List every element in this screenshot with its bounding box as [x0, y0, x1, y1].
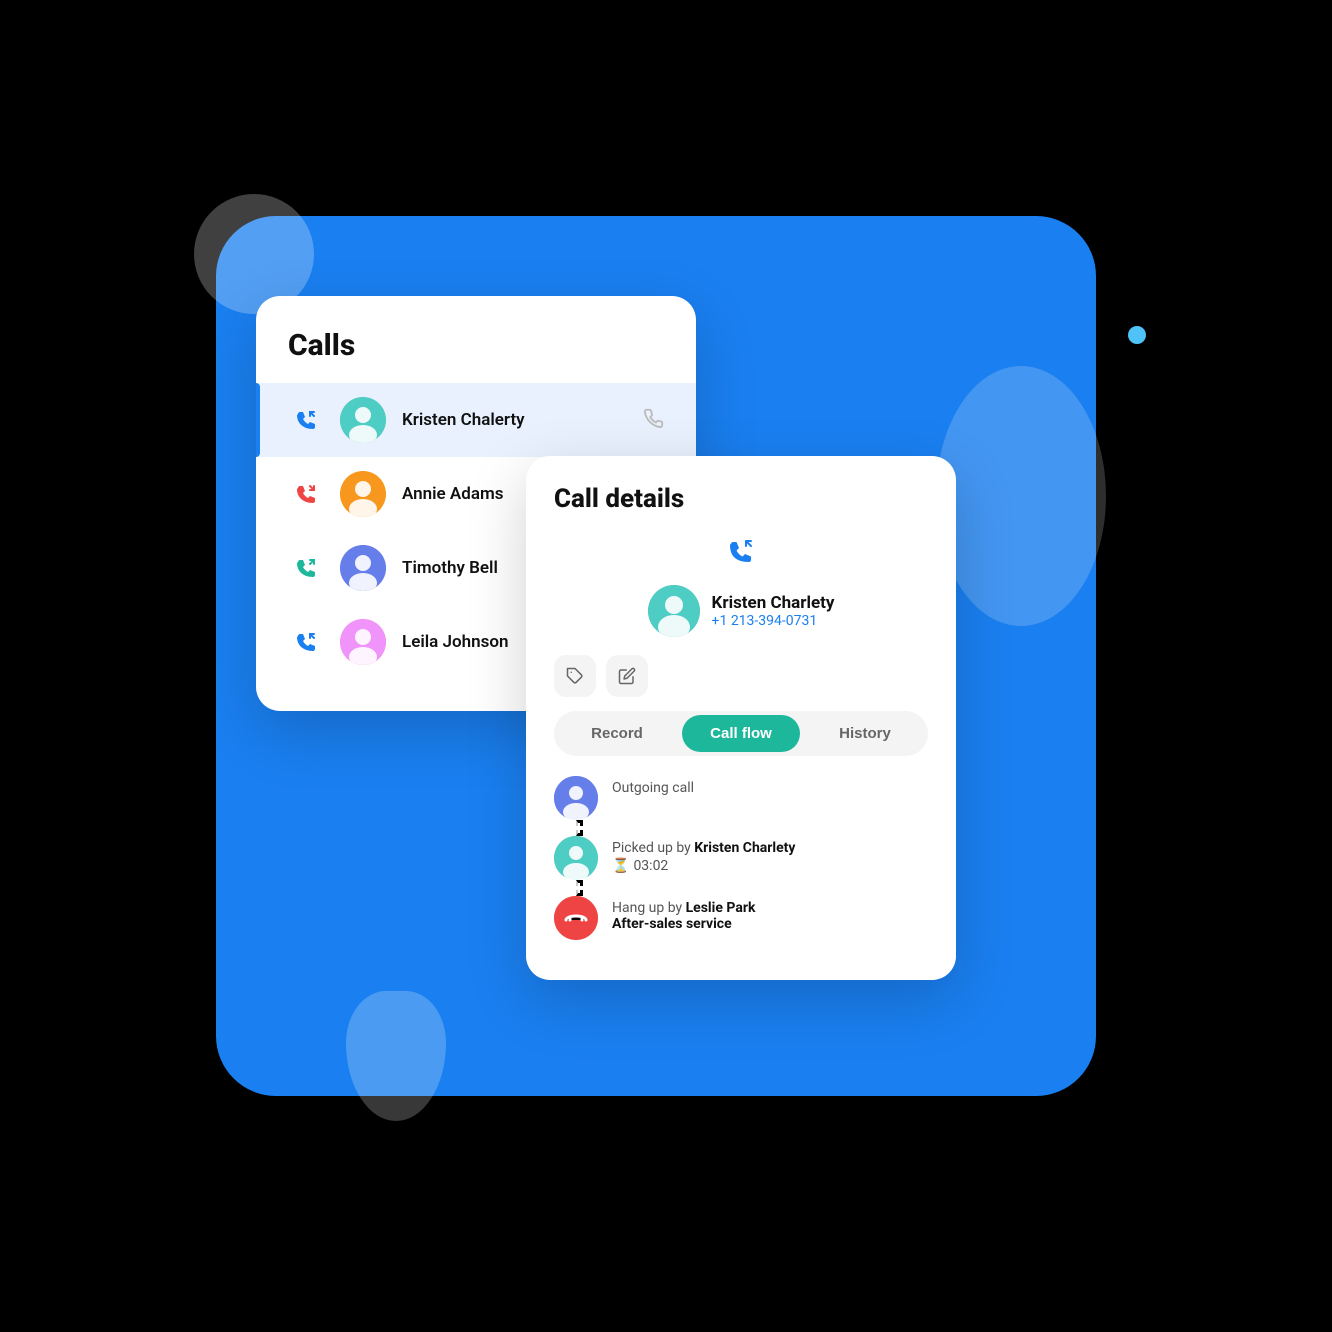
timeline-avatar-picked: [554, 836, 598, 880]
action-buttons: [554, 655, 928, 697]
contact-phone: +1 213-394-0731: [712, 613, 835, 629]
timeline-content-picked: Picked up by Kristen Charlety ⏳ 03:02: [612, 836, 795, 874]
call-type-missed-icon: [288, 476, 324, 512]
avatar-contact-large: [648, 585, 700, 637]
scene: Calls Kristen Chalerty: [166, 166, 1166, 1166]
hourglass-icon: ⏳: [612, 858, 629, 874]
timeline-content-hangup: Hang up by Leslie Park After-sales servi…: [612, 896, 755, 932]
timeline-avatar-outgoing: [554, 776, 598, 820]
contact-row: Kristen Charlety +1 213-394-0731: [648, 585, 835, 637]
timeline-content-outgoing: Outgoing call: [612, 776, 694, 796]
details-card: Call details Kristen Charle: [526, 456, 956, 980]
tag-button[interactable]: [554, 655, 596, 697]
avatar-timothy: [340, 545, 386, 591]
call-phone-icon: [642, 407, 664, 434]
call-type-outgoing2-icon: [288, 624, 324, 660]
timeline-item-pickedup: Picked up by Kristen Charlety ⏳ 03:02: [554, 836, 928, 896]
avatar-annie: [340, 471, 386, 517]
tab-callflow[interactable]: Call flow: [682, 715, 800, 752]
timeline-item-outgoing: Outgoing call: [554, 776, 928, 836]
outgoing-arrow-icon: [724, 534, 758, 575]
calls-card-title: Calls: [256, 328, 696, 383]
call-type-outgoing-icon: [288, 402, 324, 438]
contact-section: Kristen Charlety +1 213-394-0731: [554, 534, 928, 637]
timeline-label-hangup: Hang up by Leslie Park: [612, 900, 755, 916]
tab-bar: Record Call flow History: [554, 711, 928, 756]
tab-record[interactable]: Record: [558, 715, 676, 752]
timeline-avatar-hangup: [554, 896, 598, 940]
contact-info: Kristen Charlety +1 213-394-0731: [712, 593, 835, 629]
timeline-label-outgoing: Outgoing call: [612, 780, 694, 796]
avatar-leila: [340, 619, 386, 665]
avatar-kristen: [340, 397, 386, 443]
deco-circle-top-right: [1128, 326, 1146, 344]
timeline-duration: ⏳ 03:02: [612, 858, 795, 874]
timeline-label-picked: Picked up by Kristen Charlety: [612, 840, 795, 856]
timeline-label-hangup-sub: After-sales service: [612, 916, 755, 932]
tab-history[interactable]: History: [806, 715, 924, 752]
edit-button[interactable]: [606, 655, 648, 697]
timeline-item-hangup: Hang up by Leslie Park After-sales servi…: [554, 896, 928, 956]
call-name-kristen: Kristen Chalerty: [402, 410, 626, 430]
call-type-incoming-icon: [288, 550, 324, 586]
call-timeline: Outgoing call Picked up by Kristen Charl…: [554, 776, 928, 956]
contact-name: Kristen Charlety: [712, 593, 835, 613]
call-item-kristen[interactable]: Kristen Chalerty: [256, 383, 696, 457]
details-card-title: Call details: [554, 484, 928, 514]
deco-teardrop-bottom: [346, 991, 446, 1121]
duration-value: 03:02: [633, 858, 668, 874]
deco-circle-bottom-right: [936, 366, 1106, 626]
